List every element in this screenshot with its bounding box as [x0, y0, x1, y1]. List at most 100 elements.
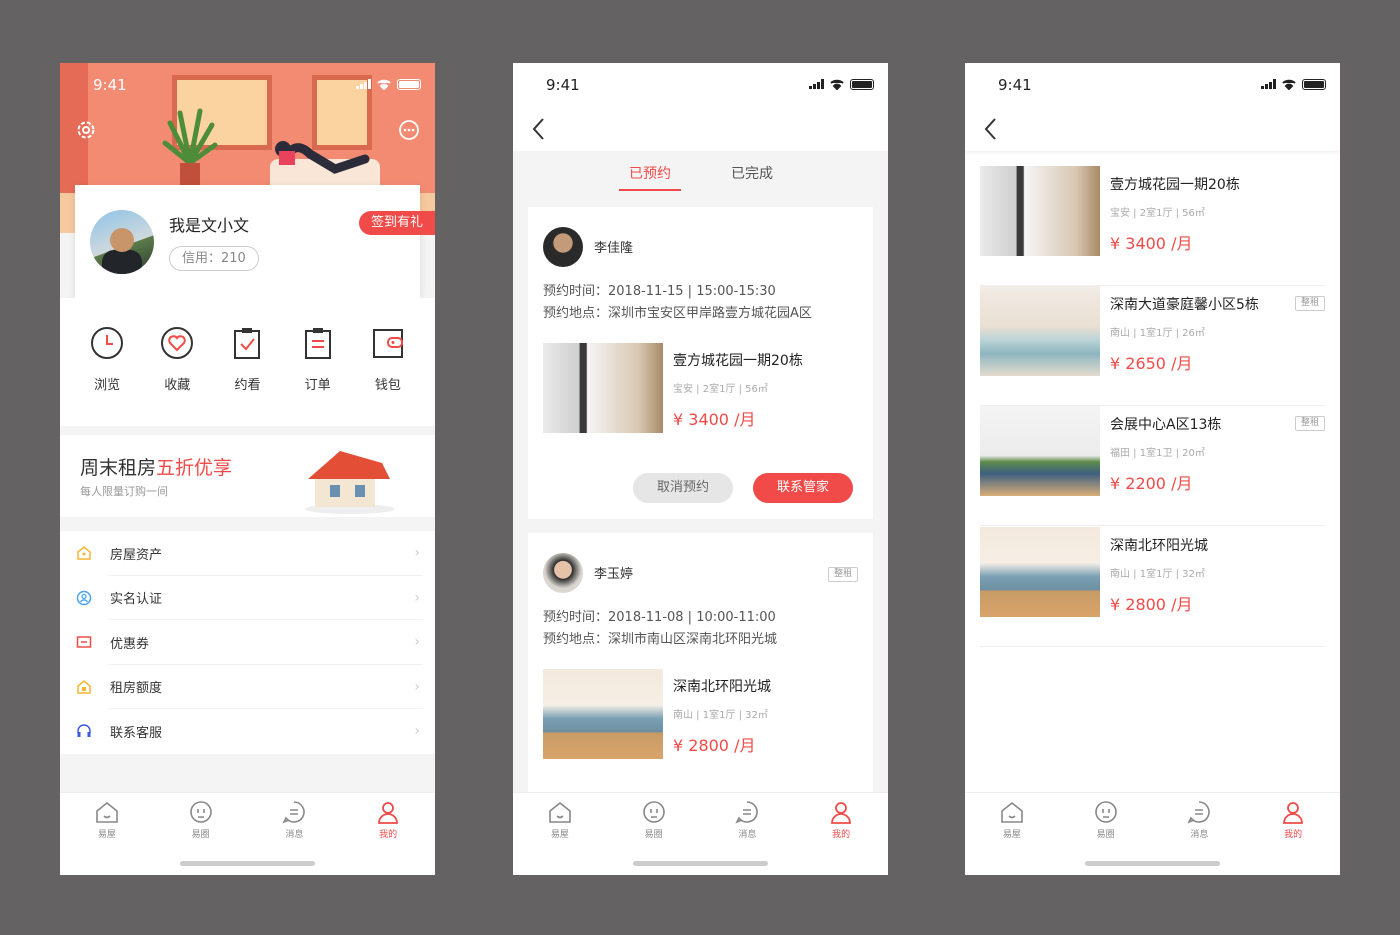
home-indicator[interactable] — [180, 861, 315, 866]
listing-row[interactable]: 壹方城花园一期20栋 宝安 | 2室1厅 | 56㎡ ¥ 3400 /月 — [980, 166, 1325, 286]
rent-type-tag: 整租 — [1294, 296, 1325, 311]
quick-label: 浏览 — [94, 378, 121, 393]
settings-gear-icon[interactable] — [75, 119, 97, 141]
tab-me[interactable]: 我的 — [358, 799, 418, 875]
chevron-right-icon: › — [414, 589, 420, 606]
rent-type-tag: 整租 — [827, 567, 858, 582]
signal-icon — [809, 79, 824, 89]
listing-photo[interactable] — [543, 669, 663, 759]
order-icon — [304, 328, 331, 359]
agent-name: 李佳隆 — [594, 241, 634, 256]
listing-row[interactable]: 深南大道豪庭馨小区5栋 整租 南山 | 1室1厅 | 26㎡ ¥ 2650 /月 — [980, 286, 1325, 406]
tab-completed[interactable]: 已完成 — [731, 163, 773, 183]
promo-title-main: 周末租房 — [80, 457, 157, 479]
menu-real-name[interactable]: 实名认证 › — [60, 576, 435, 621]
rent-type-tag: 整租 — [1294, 416, 1325, 431]
status-bar: 9:41 — [965, 63, 1340, 107]
quick-browse[interactable]: 浏览 — [82, 326, 132, 426]
menu-house-assets[interactable]: 房屋资产 › — [60, 531, 435, 576]
promo-title-highlight: 五折优享 — [156, 457, 233, 479]
circle-face-icon — [1094, 801, 1117, 823]
quick-orders[interactable]: 订单 — [293, 326, 343, 426]
listing-title: 壹方城花园一期20栋 — [1110, 177, 1240, 193]
signin-reward-button[interactable]: 签到有礼 — [358, 211, 435, 235]
tab-label: 易屋 — [1002, 830, 1021, 840]
menu-label: 实名认证 — [110, 592, 163, 608]
profile-icon — [378, 802, 399, 824]
signal-icon — [356, 79, 371, 89]
back-arrow-icon[interactable] — [983, 117, 999, 141]
tab-label: 我的 — [832, 830, 851, 840]
wifi-icon — [1282, 79, 1296, 90]
tab-label: 易屋 — [97, 830, 116, 840]
listing-photo[interactable] — [543, 343, 663, 433]
tab-label: 我的 — [1284, 830, 1303, 840]
clock-icon — [91, 327, 124, 359]
tab-booked[interactable]: 已预约 — [629, 163, 671, 183]
menu-label: 优惠券 — [110, 636, 150, 652]
tab-label: 易圈 — [191, 830, 210, 840]
promo-banner[interactable]: 周末租房五折优享 每人限量订购一间 — [60, 435, 435, 517]
quota-icon — [77, 679, 91, 694]
signal-icon — [1261, 79, 1276, 89]
status-bar: 9:41 — [60, 63, 435, 107]
tab-home[interactable]: 易屋 — [982, 799, 1042, 875]
listing-meta: 南山 | 1室1厅 | 32㎡ — [673, 710, 768, 721]
listing-title: 会展中心A区13栋 — [1110, 417, 1222, 433]
quick-label: 收藏 — [164, 378, 191, 393]
quick-viewing[interactable]: 约看 — [222, 326, 272, 426]
chevron-right-icon: › — [414, 723, 420, 740]
listing-row[interactable]: 会展中心A区13栋 整租 福田 | 1室1卫 | 20㎡ ¥ 2200 /月 — [980, 406, 1325, 526]
tab-home[interactable]: 易屋 — [77, 799, 137, 875]
menu-coupons[interactable]: 优惠券 › — [60, 620, 435, 665]
quick-favorite[interactable]: 收藏 — [152, 326, 202, 426]
circle-face-icon — [642, 801, 665, 823]
cancel-booking-button[interactable]: 取消预约 — [633, 473, 733, 503]
promo-title: 周末租房五折优享 — [80, 453, 232, 480]
tab-label: 消息 — [285, 830, 304, 840]
home-indicator[interactable] — [1085, 861, 1220, 866]
profile-card: 我是文小文 信用：210 签到有礼 — [75, 185, 435, 298]
listing-photo — [980, 166, 1100, 256]
quick-wallet[interactable]: 钱包 — [363, 326, 413, 426]
menu-rent-quota[interactable]: 租房额度 › — [60, 665, 435, 710]
agent-avatar — [543, 227, 583, 267]
booking-place: 预约地点：深圳市宝安区甲岸路壹方城花园A区 — [543, 306, 812, 321]
back-arrow-icon[interactable] — [531, 117, 547, 141]
quick-label: 钱包 — [374, 378, 401, 393]
chat-bubble-icon[interactable] — [398, 119, 420, 141]
status-time: 9:41 — [93, 76, 127, 94]
booking-time: 预约时间：2018-11-15 | 15:00-15:30 — [543, 284, 776, 299]
menu-label: 租房额度 — [110, 681, 163, 697]
quick-label: 订单 — [304, 378, 331, 393]
battery-icon — [850, 78, 874, 90]
nav-bar — [513, 107, 888, 151]
listing-photo — [980, 527, 1100, 617]
plant-illustration — [162, 108, 218, 185]
tab-home[interactable]: 易屋 — [530, 799, 590, 875]
circle-face-icon — [189, 801, 212, 823]
listing-meta: 南山 | 1室1厅 | 32㎡ — [1110, 569, 1205, 580]
menu-customer-service[interactable]: 联系客服 › — [60, 709, 435, 754]
listing-title: 深南北环阳光城 — [1110, 538, 1208, 554]
home-indicator[interactable] — [633, 861, 768, 866]
tab-me[interactable]: 我的 — [1263, 799, 1323, 875]
tab-me[interactable]: 我的 — [811, 799, 871, 875]
profile-screen: 9:41 我是文小文 信用：210 签到有礼 浏览 收藏 约看 订单 钱包 周末… — [60, 63, 435, 875]
contact-manager-button[interactable]: 联系管家 — [753, 473, 853, 503]
chevron-right-icon: › — [414, 545, 420, 562]
chevron-right-icon: › — [414, 634, 420, 651]
tab-label: 易圈 — [1096, 830, 1115, 840]
listing-row[interactable]: 深南北环阳光城 南山 | 1室1厅 | 32㎡ ¥ 2800 /月 — [980, 527, 1325, 647]
status-bar: 9:41 — [513, 63, 888, 107]
tab-label: 我的 — [379, 830, 398, 840]
credit-badge: 信用：210 — [169, 246, 259, 271]
promo-subtitle: 每人限量订购一间 — [80, 485, 168, 498]
listing-title: 深南大道豪庭馨小区5栋 — [1110, 297, 1259, 313]
tab-label: 易圈 — [644, 830, 663, 840]
avatar[interactable] — [90, 210, 154, 274]
listing-price: ¥ 2200 /月 — [1110, 474, 1193, 493]
booking-place: 预约地点：深圳市南山区深南北环阳光城 — [543, 632, 778, 647]
segment-tabs: 已预约 已完成 — [513, 151, 888, 193]
listing-price: ¥ 2650 /月 — [1110, 354, 1193, 373]
